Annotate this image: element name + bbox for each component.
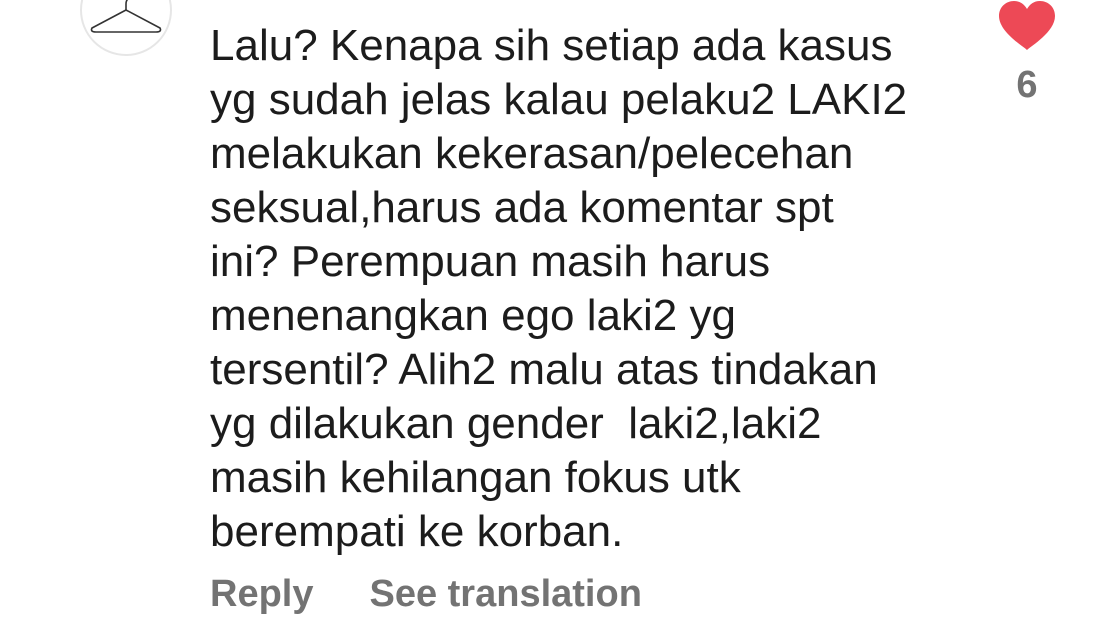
hanger-logo-icon [90, 0, 162, 33]
like-count: 6 [1016, 64, 1038, 106]
see-translation-button[interactable]: See translation [369, 573, 641, 616]
reply-button[interactable]: Reply [210, 573, 313, 616]
comment-text: Lalu? Kenapa sih setiap ada kasus yg sud… [210, 21, 908, 556]
comment-actions: Reply See translation [210, 568, 642, 620]
avatar[interactable] [80, 0, 172, 56]
heart-icon[interactable] [997, 0, 1057, 52]
comment-item: Lalu? Kenapa sih setiap ada kasus yg sud… [0, 0, 1118, 636]
like-control: 6 [996, 0, 1058, 107]
